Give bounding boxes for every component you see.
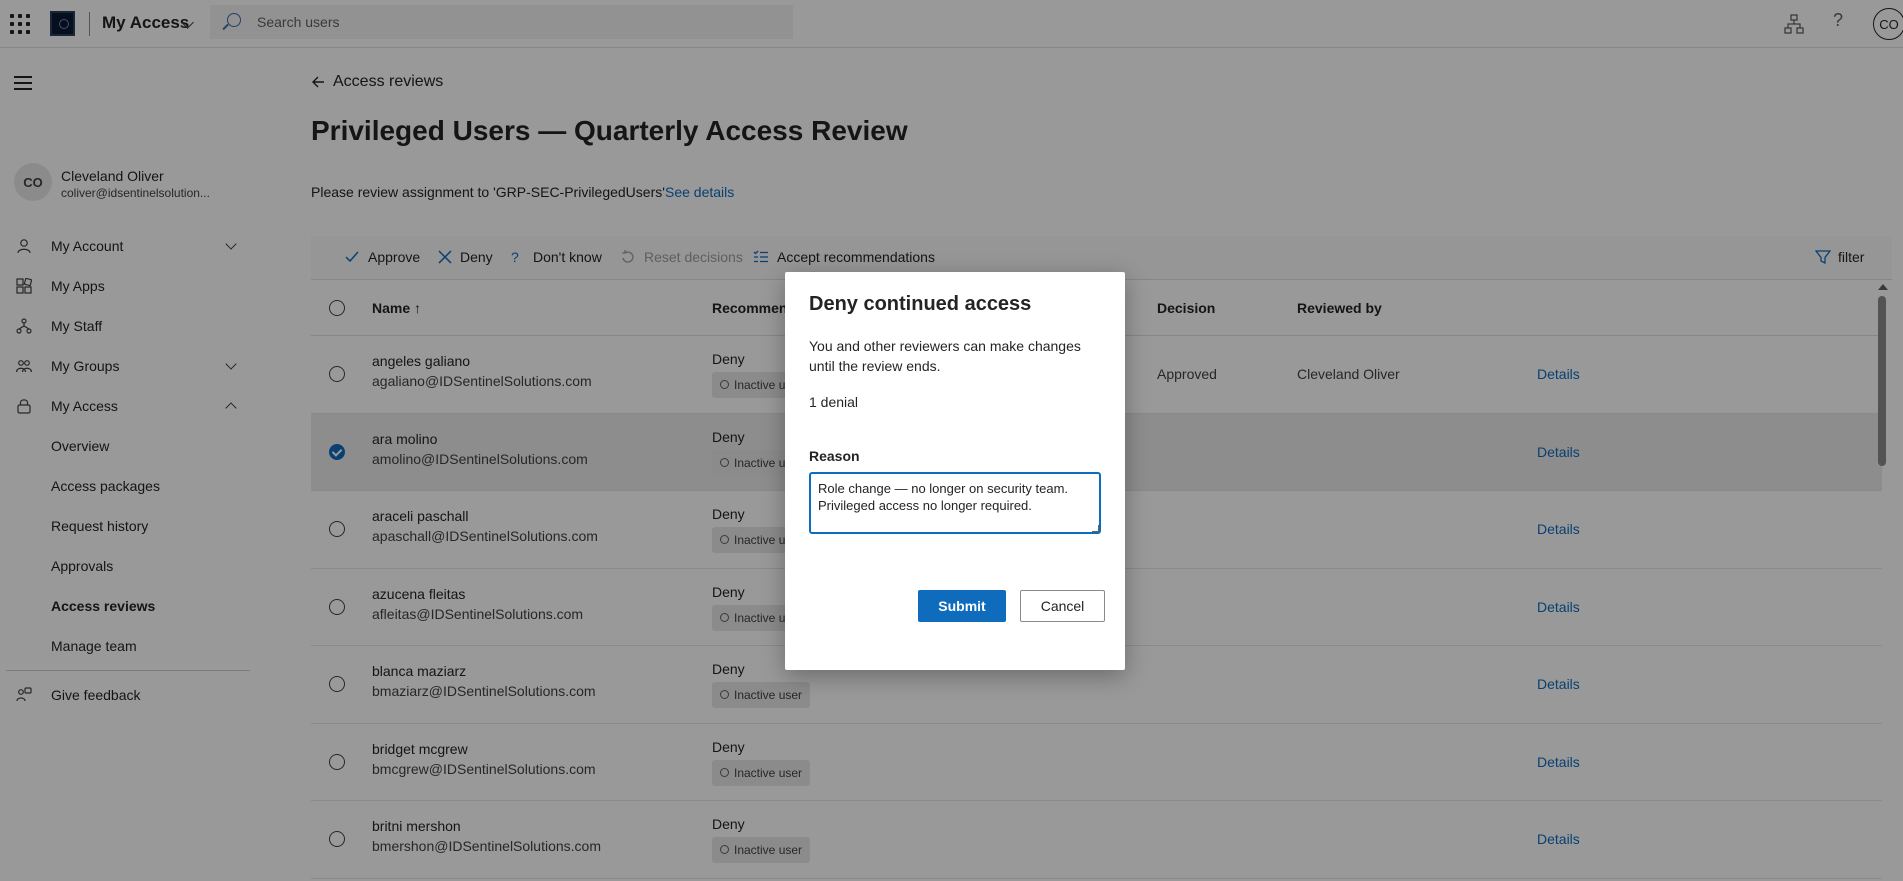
reason-field[interactable]: Role change — no longer on security team… [809, 472, 1101, 534]
resize-handle-icon[interactable] [1092, 525, 1099, 532]
dialog-description: You and other reviewers can make changes… [809, 338, 1081, 374]
submit-button[interactable]: Submit [918, 590, 1006, 622]
dialog-title: Deny continued access [809, 293, 1032, 315]
reason-label: Reason [809, 448, 860, 464]
denial-count: 1 denial [809, 394, 859, 410]
cancel-button[interactable]: Cancel [1020, 590, 1105, 622]
deny-dialog: Deny continued access You and other revi… [785, 272, 1125, 670]
